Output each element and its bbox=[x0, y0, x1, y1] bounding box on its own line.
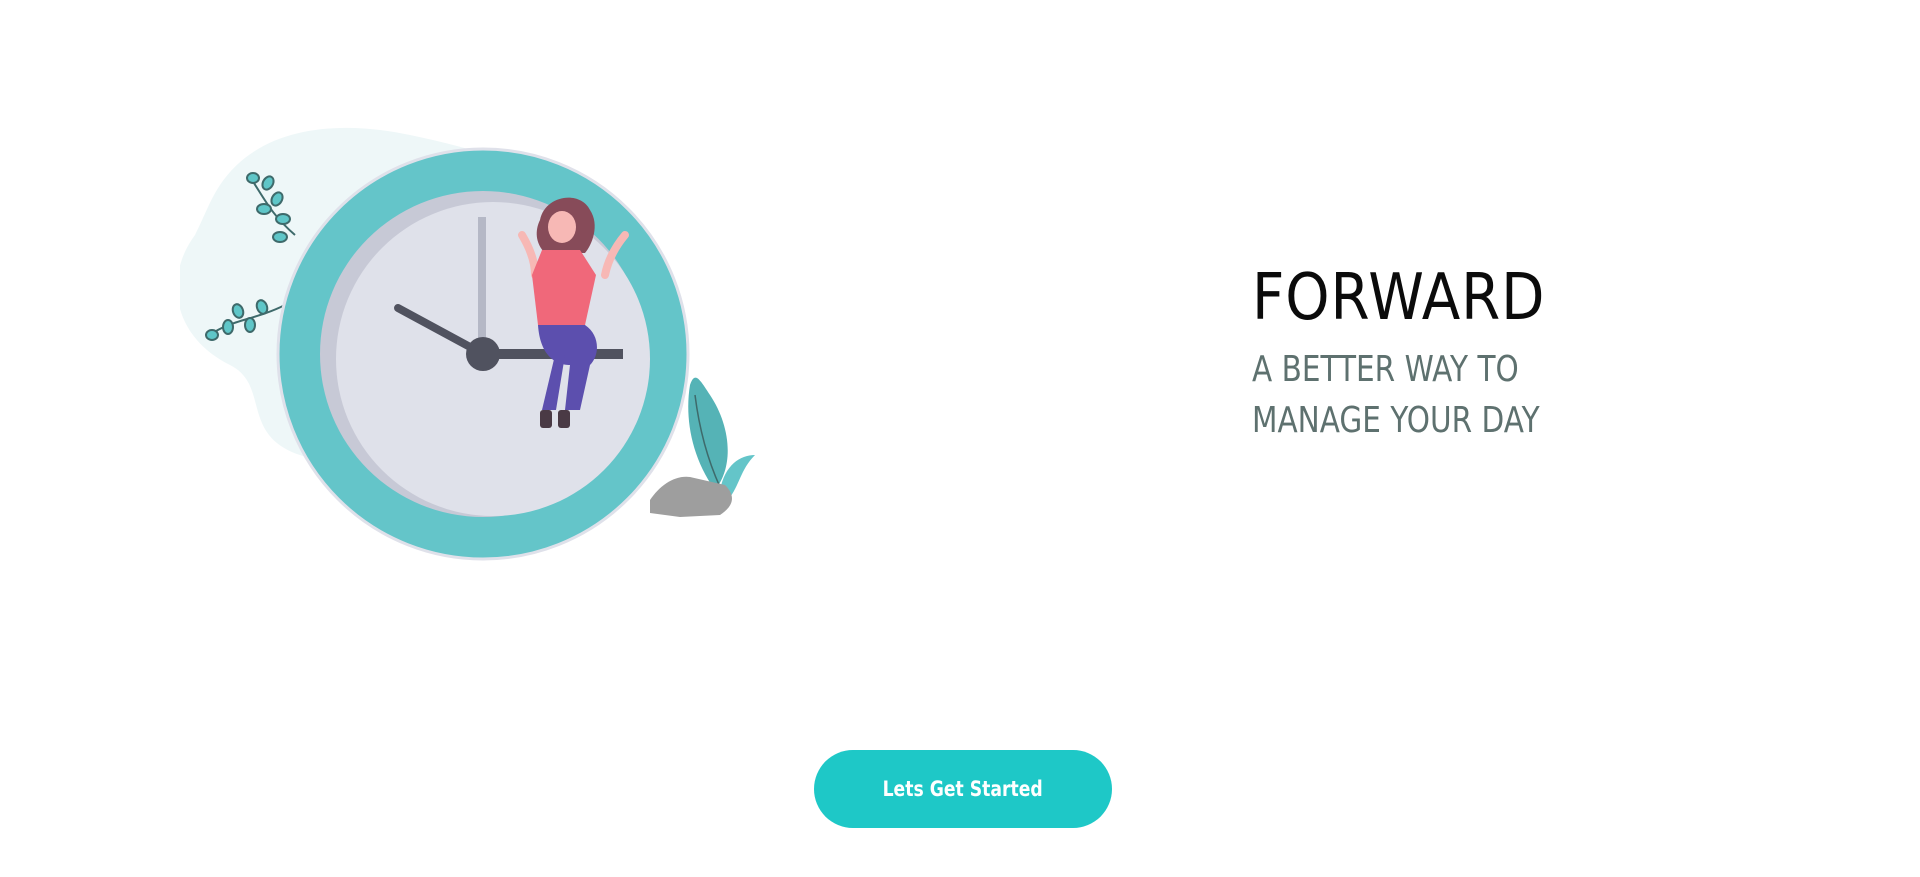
brand-title: FORWARD bbox=[1252, 261, 1546, 335]
hero-text: FORWARD A BETTER WAY TO MANAGE YOUR DAY bbox=[1252, 258, 1772, 446]
get-started-label: Lets Get Started bbox=[882, 777, 1044, 801]
tagline-line-1: A BETTER WAY TO bbox=[1252, 349, 1519, 390]
clock bbox=[276, 147, 690, 561]
tagline-line-2: MANAGE YOUR DAY bbox=[1252, 400, 1540, 441]
woman-sitting-on-clock-illustration bbox=[180, 127, 755, 561]
tagline: A BETTER WAY TO MANAGE YOUR DAY bbox=[1252, 344, 1678, 446]
landing-page: FORWARD A BETTER WAY TO MANAGE YOUR DAY … bbox=[0, 0, 1920, 877]
get-started-button[interactable]: Lets Get Started bbox=[814, 750, 1112, 828]
